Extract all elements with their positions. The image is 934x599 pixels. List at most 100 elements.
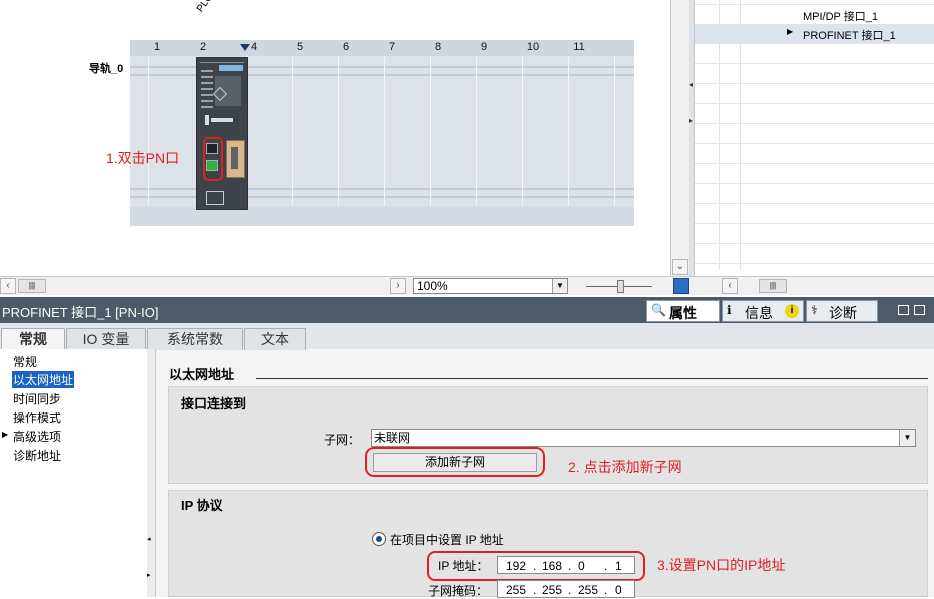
slot-number: 7 [388,41,396,53]
subnet-value: 未联网 [374,431,411,445]
dp-port-icon[interactable] [226,140,245,178]
chevron-down-icon[interactable]: ▼ [552,279,567,293]
subnet-label: 子网： [324,433,361,447]
plc-name-label: PLC_1 [195,0,222,14]
tree-item-label: PROFINET 接口_1 [803,30,896,42]
maximize-icon[interactable] [914,305,925,315]
tab-diagnostics-label: 诊断 [829,305,857,321]
slot-number: 10 [526,41,540,53]
mask-octet: 255 [542,583,563,597]
tree-row[interactable]: ▶ PROFINET 接口_1 [695,24,934,44]
slot-number: 9 [480,41,488,53]
zoom-value: 100% [417,279,448,293]
slot-divider [522,56,523,206]
collapse-right-icon[interactable]: ▸ [147,571,151,579]
tree-item-label: MPI/DP 接口_1 [803,11,878,23]
radio-set-ip[interactable] [372,532,386,546]
scroll-right-icon[interactable]: › [390,278,406,294]
slot-divider [148,56,149,206]
scroll-down-icon[interactable]: ⌄ [672,259,688,275]
slot-divider [338,56,339,206]
info-icon: ℹ [727,303,732,317]
plc-module[interactable] [196,57,248,210]
fit-view-icon[interactable] [673,278,689,294]
expand-icon[interactable]: ▶ [2,430,8,439]
annotation-1: 1.双击PN口 [106,150,180,166]
scroll-left-icon[interactable]: ‹ [722,278,738,294]
tab-info-label: 信息 [745,305,773,321]
zoom-select[interactable]: 100% ▼ [413,278,568,294]
rail-label: 导轨_0 [89,63,124,75]
add-subnet-highlight [365,447,545,477]
annotation-3: 3.设置PN口的IP地址 [657,557,786,573]
hscroll-thumb[interactable]: ||| [759,279,787,293]
diagnostics-icon: ⚕ [811,303,818,317]
slot-divider [568,56,569,206]
slot-divider [430,56,431,206]
collapse-right-icon[interactable]: ▸ [689,116,693,125]
mask-octet: 255 [578,583,599,597]
hscroll-thumb[interactable]: ||| [18,279,46,293]
device-view-vscroll[interactable]: ⌄ [670,0,689,278]
ip-address-highlight [427,551,645,581]
subnet-select[interactable]: 未联网 ▼ [371,429,916,447]
section-rule [256,378,928,379]
nav-item-operating-mode[interactable]: 操作模式 [13,409,61,426]
siemens-logo-icon [219,65,243,71]
collapse-left-icon[interactable]: ◂ [147,535,151,543]
ip-group-title: IP 协议 [181,498,223,513]
tree-expand-icon[interactable]: ▶ [787,27,793,36]
slot-number: 6 [342,41,350,53]
nav-item-general[interactable]: 常规 [13,353,37,370]
tab-diagnostics[interactable]: ⚕ 诊断 [806,300,878,322]
inspector-title: PROFINET 接口_1 [PN-IO] [2,305,159,320]
tab-general[interactable]: 常规 [1,328,65,350]
pn-port-highlight [203,137,223,181]
slot-divider [384,56,385,206]
device-overview-pane: MPI/DP 接口_1 ▶ PROFINET 接口_1 [694,0,934,278]
tab-info[interactable]: ℹ 信息 i [722,300,804,322]
restore-icon[interactable] [898,305,909,315]
mask-octet: 255 [506,583,527,597]
tab-texts[interactable]: 文本 [244,328,306,350]
tab-io-tags[interactable]: IO 变量 [66,328,146,350]
collapse-left-icon[interactable]: ◂ [689,80,693,89]
card-slot-icon [206,191,224,205]
mask-octet: 0 [615,583,622,597]
status-led-icon [201,70,213,110]
tree-row[interactable]: MPI/DP 接口_1 [695,5,934,25]
tab-properties[interactable]: 🔍 属性 [646,300,720,322]
hscroll-row: ‹ ||| › 100% ▼ ‹ ||| [0,276,934,295]
slot-divider [614,56,615,206]
slot-divider [476,56,477,206]
scroll-left-icon[interactable]: ‹ [0,278,16,294]
annotation-2: 2. 点击添加新子网 [568,459,682,475]
nav-splitter[interactable]: ◂ ▸ [147,349,155,597]
tab-properties-label: 属性 [669,305,697,321]
subnet-mask-field[interactable]: 255 . 255 . 255 . 0 [497,580,635,598]
nav-item-diagnostic-address[interactable]: 诊断地址 [13,447,61,464]
nav-item-advanced-options[interactable]: 高级选项 [13,428,61,445]
slot-number: 8 [434,41,442,53]
slot-number: 5 [296,41,304,53]
switch-icon [205,115,209,125]
slot-number: 2 [199,41,207,53]
properties-icon: 🔍 [651,303,666,317]
slot-divider [292,56,293,206]
subnet-mask-label: 子网掩码： [428,584,489,598]
interface-group-title: 接口连接到 [181,396,247,411]
switch-icon [211,118,233,122]
tab-system-constants[interactable]: 系统常数 [147,328,243,350]
inspector-title-bar: PROFINET 接口_1 [PN-IO] 🔍 属性 ℹ 信息 i ⚕ 诊断 [0,297,934,323]
nav-item-ethernet-address[interactable]: 以太网地址 [12,371,75,388]
slot-number: 1 [153,41,161,53]
section-title: 以太网地址 [169,367,235,382]
zoom-slider-handle[interactable] [617,280,624,293]
slot-number: 4 [250,41,258,53]
chevron-down-icon[interactable]: ▼ [899,430,915,446]
device-view: PLC_1 导轨_0 1 2 4 5 6 7 8 9 10 11 1.双击PN [0,0,692,278]
slot-number: 11 [573,41,585,53]
nav-item-time-sync[interactable]: 时间同步 [13,390,61,407]
warning-icon: i [785,304,799,318]
radio-set-ip-label: 在项目中设置 IP 地址 [390,533,504,547]
